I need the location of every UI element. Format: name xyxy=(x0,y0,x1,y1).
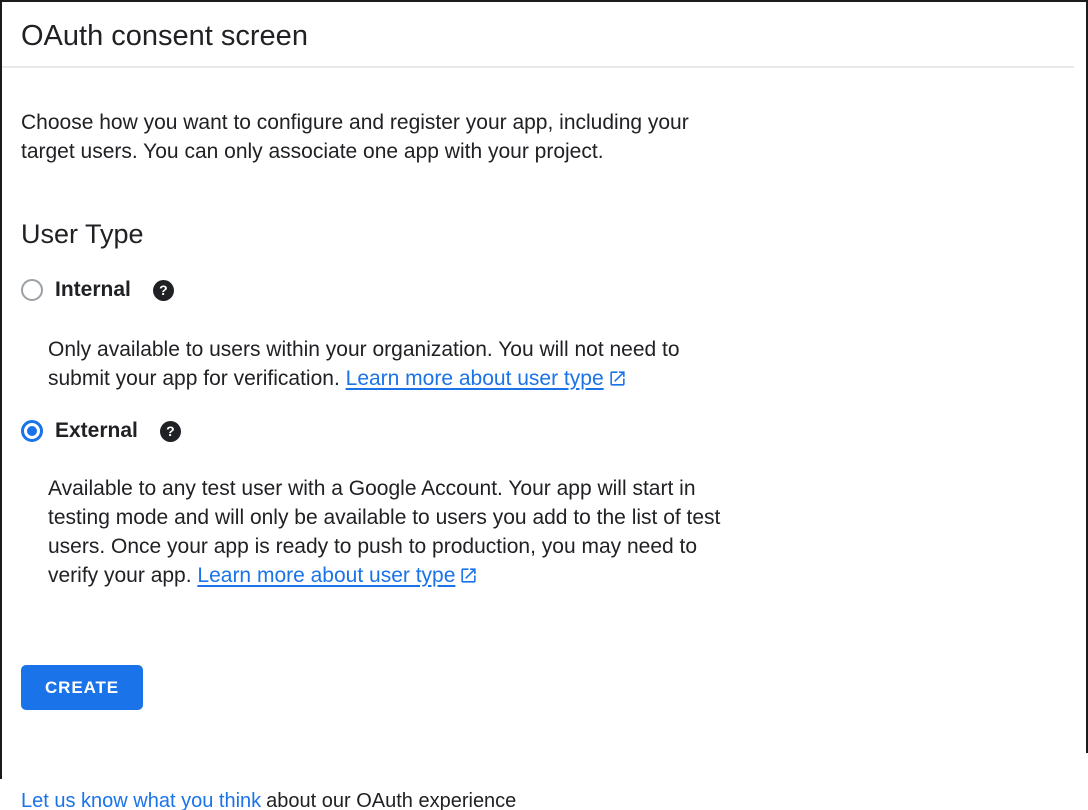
main-content: Choose how you want to configure and reg… xyxy=(0,108,1088,710)
radio-button-internal[interactable] xyxy=(21,279,43,301)
external-description: Available to any test user with a Google… xyxy=(48,474,848,590)
header-divider xyxy=(0,66,1074,68)
learn-more-link-external[interactable]: Learn more about user type xyxy=(197,564,478,587)
window-border-top xyxy=(0,0,1088,2)
intro-text: Choose how you want to configure and reg… xyxy=(21,108,841,166)
help-icon[interactable]: ? xyxy=(153,280,174,301)
radio-option-internal[interactable]: Internal ? xyxy=(21,277,1064,303)
radio-button-external[interactable] xyxy=(21,420,43,442)
window-border-left xyxy=(0,0,2,779)
learn-more-link-label: Learn more about user type xyxy=(346,367,604,390)
user-type-heading: User Type xyxy=(21,218,1064,250)
open-in-new-icon xyxy=(608,369,627,388)
radio-label-external[interactable]: External xyxy=(55,419,138,443)
help-icon[interactable]: ? xyxy=(160,421,181,442)
create-button[interactable]: CREATE xyxy=(21,665,143,710)
internal-description: Only available to users within your orga… xyxy=(48,335,848,393)
learn-more-link-internal[interactable]: Learn more about user type xyxy=(346,367,627,390)
feedback-link[interactable]: Let us know what you think xyxy=(21,790,266,810)
radio-option-external[interactable]: External ? xyxy=(21,418,1064,444)
open-in-new-icon xyxy=(459,566,478,585)
learn-more-link-label: Learn more about user type xyxy=(197,564,455,587)
page-header: OAuth consent screen xyxy=(0,0,1088,66)
radio-label-internal[interactable]: Internal xyxy=(55,278,131,302)
oauth-consent-page: OAuth consent screen Choose how you want… xyxy=(0,0,1088,810)
feedback-footer: Let us know what you thinkabout our OAut… xyxy=(21,788,516,810)
page-title: OAuth consent screen xyxy=(21,19,1064,53)
feedback-text: about our OAuth experience xyxy=(266,790,516,810)
